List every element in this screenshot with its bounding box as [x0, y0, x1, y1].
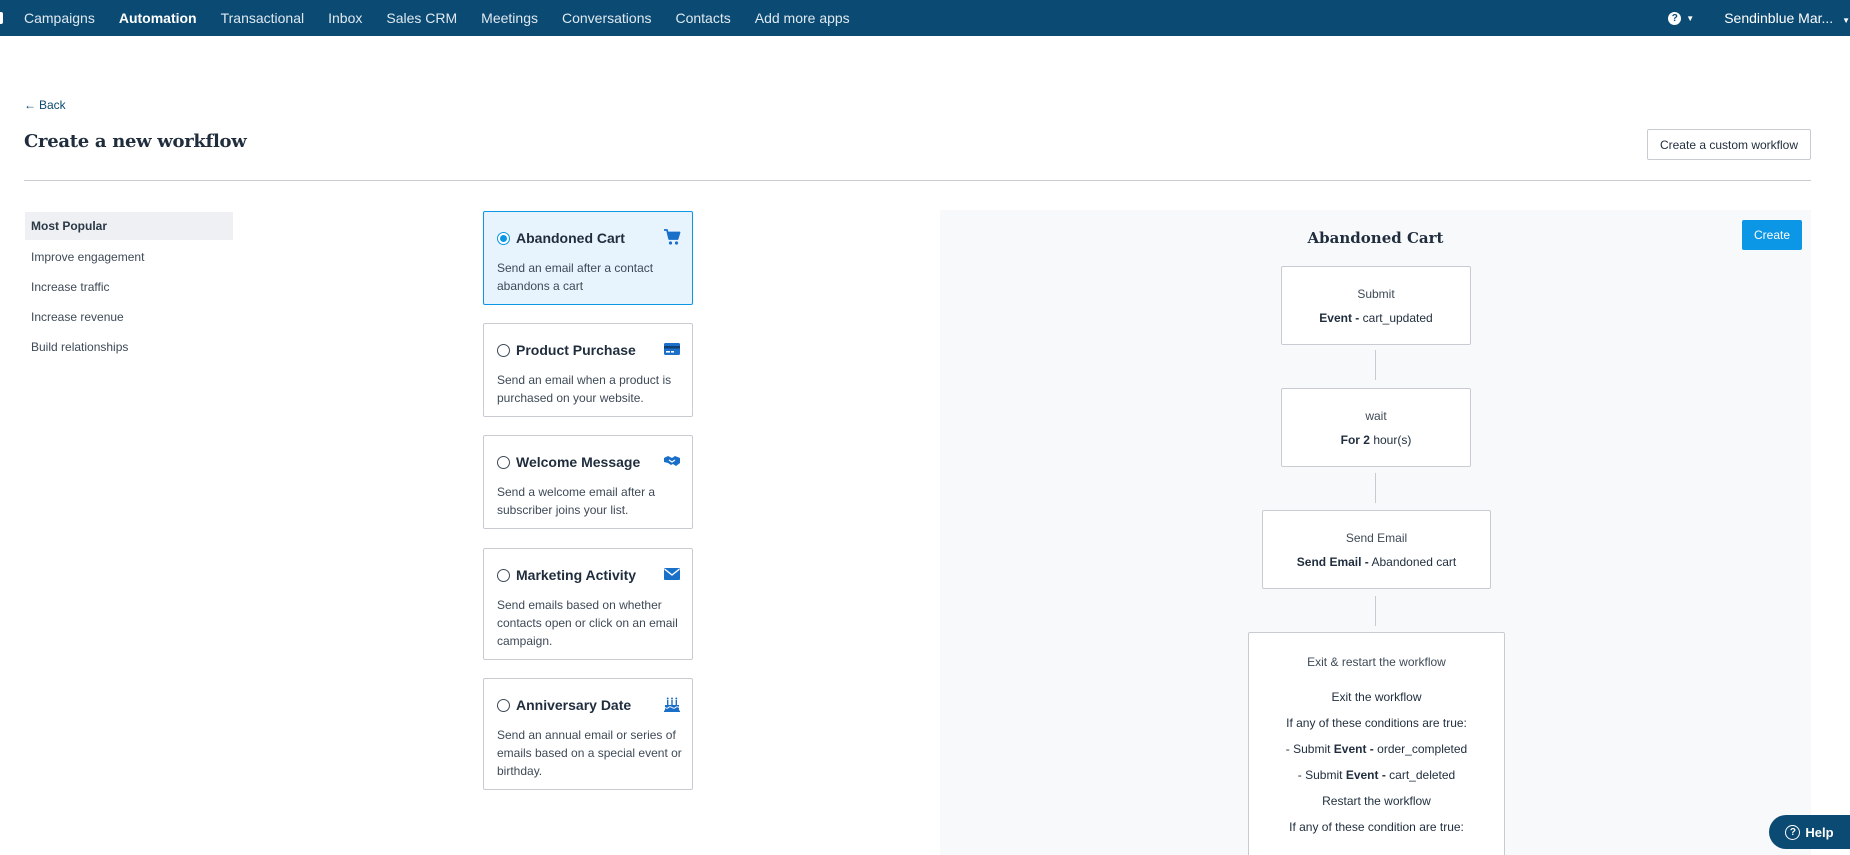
- node-head: Send Email: [1345, 531, 1408, 545]
- question-circle-icon: ?: [1668, 11, 1682, 25]
- credit-card-icon: [664, 343, 680, 355]
- workflow-node-submit: Submit Event - cart_updated: [1281, 266, 1471, 345]
- template-radio[interactable]: [497, 455, 510, 469]
- account-name: Sendinblue Mar...: [1724, 10, 1834, 26]
- nav-sales-crm[interactable]: Sales CRM: [386, 10, 457, 26]
- node-value: cart_updated: [1362, 311, 1433, 325]
- template-radio[interactable]: [497, 568, 510, 582]
- card-description: Send an email after a contact abandons a…: [497, 261, 654, 293]
- nav-transactional[interactable]: Transactional: [221, 10, 305, 26]
- template-card-welcome-message[interactable]: Welcome Message Send a welcome email aft…: [483, 435, 693, 529]
- nav-right-group: ? ▼ Sendinblue Mar... ▼: [1668, 0, 1850, 36]
- template-radio[interactable]: [497, 343, 510, 357]
- workflow-preview-panel: Abandoned Cart Create Submit Event - car…: [940, 210, 1811, 855]
- shopping-cart-icon: [664, 229, 681, 245]
- node-body: For 2 hour(s): [1282, 433, 1470, 447]
- card-title: Product Purchase: [516, 342, 636, 358]
- card-description: Send emails based on whether contacts op…: [497, 598, 678, 648]
- page-title: Create a new workflow: [24, 131, 247, 152]
- node-value: Abandoned cart: [1371, 555, 1457, 569]
- card-description: Send an email when a product is purchase…: [497, 373, 672, 405]
- birthday-cake-icon: [664, 697, 680, 712]
- nav-contacts[interactable]: Contacts: [675, 10, 730, 26]
- restart-condition: If any of these condition are true:: [1289, 820, 1464, 834]
- card-title: Marketing Activity: [516, 567, 637, 583]
- back-label: Back: [39, 98, 66, 112]
- nav-conversations[interactable]: Conversations: [562, 10, 652, 26]
- card-header: Product Purchase: [497, 342, 636, 358]
- category-improve-engagement[interactable]: Improve engagement: [25, 243, 233, 271]
- category-increase-traffic[interactable]: Increase traffic: [25, 273, 233, 301]
- account-menu[interactable]: Sendinblue Mar... ▼: [1724, 10, 1850, 26]
- workflow-node-exit-restart: Exit & restart the workflow Exit the wor…: [1248, 632, 1505, 855]
- help-menu-button[interactable]: ? ▼: [1668, 11, 1695, 25]
- help-widget-button[interactable]: ? Help: [1769, 815, 1850, 849]
- template-card-product-purchase[interactable]: Product Purchase Send an email when a pr…: [483, 323, 693, 417]
- node-connector: [1375, 350, 1376, 380]
- nav-meetings[interactable]: Meetings: [481, 10, 538, 26]
- template-radio[interactable]: [497, 231, 510, 245]
- card-description: Send a welcome email after a subscriber …: [497, 485, 656, 517]
- card-title: Welcome Message: [516, 454, 641, 470]
- nav-automation[interactable]: Automation: [119, 10, 197, 26]
- card-header: Abandoned Cart: [497, 230, 625, 246]
- nav-campaigns[interactable]: Campaigns: [24, 10, 95, 26]
- nav-inbox[interactable]: Inbox: [328, 10, 362, 26]
- category-build-relationships[interactable]: Build relationships: [25, 333, 233, 361]
- nav-add-more-apps[interactable]: Add more apps: [755, 10, 850, 26]
- exit-condition: If any of these conditions are true:: [1286, 716, 1467, 730]
- node-head: wait: [1365, 409, 1387, 423]
- help-label: Help: [1805, 824, 1834, 840]
- nav-edge-marker: [0, 12, 3, 24]
- node-body: Send Email - Abandoned cart: [1263, 555, 1490, 569]
- card-header: Anniversary Date: [497, 697, 631, 713]
- card-header: Marketing Activity: [497, 567, 636, 583]
- template-radio[interactable]: [497, 698, 510, 712]
- card-header: Welcome Message: [497, 454, 640, 470]
- envelope-icon: [664, 568, 680, 580]
- card-title: Abandoned Cart: [516, 230, 625, 246]
- question-circle-icon: ?: [1785, 824, 1801, 840]
- chevron-down-icon: ▼: [1686, 13, 1695, 23]
- category-increase-revenue[interactable]: Increase revenue: [25, 303, 233, 331]
- condition-1: - Submit Event - order_completed: [1285, 742, 1468, 756]
- node-body: Event - cart_updated: [1282, 311, 1470, 325]
- node-value: hour(s): [1373, 433, 1412, 447]
- node-connector: [1375, 473, 1376, 503]
- condition-2: - Submit Event - cart_deleted: [1297, 768, 1456, 782]
- card-title: Anniversary Date: [516, 697, 632, 713]
- header-divider: [24, 180, 1811, 181]
- create-button[interactable]: Create: [1742, 220, 1802, 250]
- node-key: Send Email -: [1296, 555, 1369, 569]
- create-custom-workflow-button[interactable]: Create a custom workflow: [1647, 129, 1811, 160]
- node-head: Exit & restart the workflow: [1307, 655, 1446, 669]
- card-description: Send an annual email or series of emails…: [497, 728, 682, 778]
- handshake-icon: [664, 456, 680, 466]
- template-card-abandoned-cart[interactable]: Abandoned Cart Send an email after a con…: [483, 211, 693, 305]
- exit-label: Exit the workflow: [1331, 690, 1422, 704]
- node-key: Event -: [1319, 311, 1360, 325]
- top-navigation: Campaigns Automation Transactional Inbox…: [0, 0, 1850, 36]
- template-card-anniversary-date[interactable]: Anniversary Date Send an annual email or…: [483, 678, 693, 790]
- node-head: Submit: [1357, 287, 1395, 301]
- restart-label: Restart the workflow: [1322, 794, 1431, 808]
- workflow-node-wait: wait For 2 hour(s): [1281, 388, 1471, 467]
- node-key: For 2: [1340, 433, 1370, 447]
- chevron-down-icon: ▼: [1842, 16, 1850, 25]
- workflow-node-send-email: Send Email Send Email - Abandoned cart: [1262, 510, 1491, 589]
- arrow-left-icon: ←: [24, 98, 36, 112]
- node-connector: [1375, 596, 1376, 626]
- preview-title: Abandoned Cart: [1307, 229, 1444, 247]
- category-most-popular[interactable]: Most Popular: [25, 212, 233, 240]
- back-link[interactable]: ← Back: [24, 98, 66, 112]
- template-card-marketing-activity[interactable]: Marketing Activity Send emails based on …: [483, 548, 693, 660]
